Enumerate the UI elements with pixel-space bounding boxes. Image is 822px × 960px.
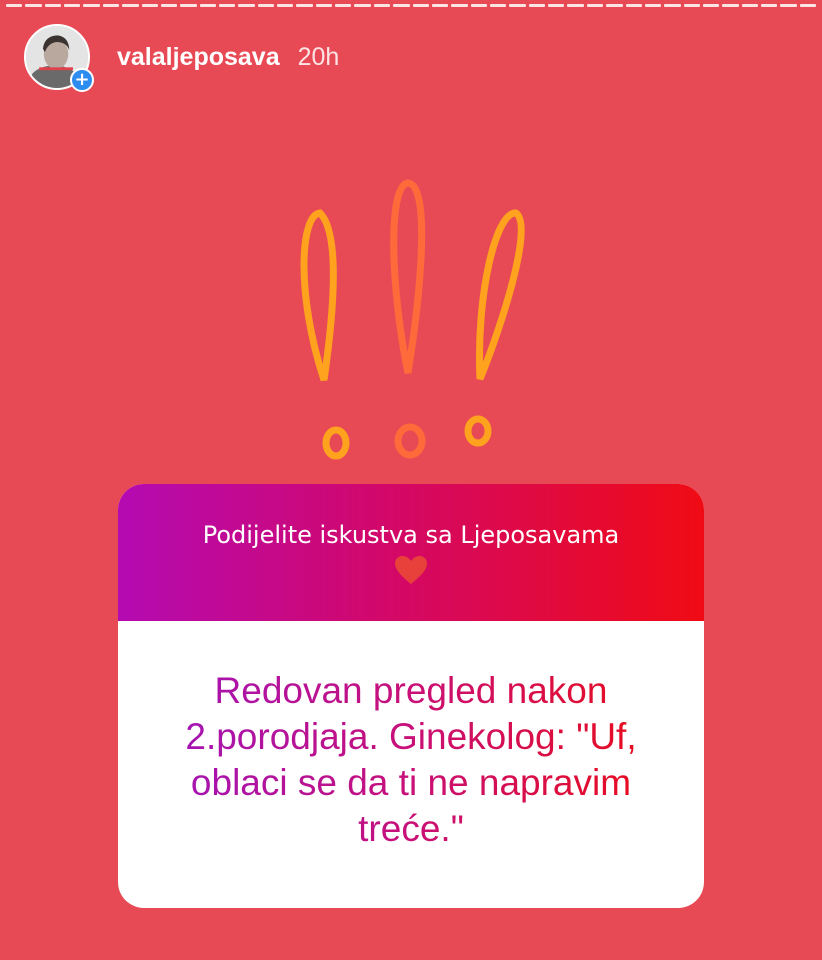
progress-segment (83, 4, 100, 7)
progress-segment (25, 4, 42, 7)
progress-segment (296, 4, 313, 7)
progress-segment (702, 4, 720, 7)
progress-segment (160, 4, 178, 7)
progress-segment (548, 4, 565, 7)
progress-segment (354, 4, 371, 7)
progress-segment (393, 4, 410, 7)
question-sticker: Podijelite iskustva sa Ljeposavama Redov… (118, 484, 704, 908)
progress-segment (335, 4, 352, 7)
progress-segment (412, 4, 429, 7)
progress-segment (528, 4, 546, 7)
progress-segment (780, 4, 797, 7)
answer-text: Redovan pregled nakon 2.porodjaja. Ginek… (176, 668, 646, 852)
progress-segment (315, 4, 333, 7)
progress-segment (509, 4, 526, 7)
progress-segment (644, 4, 662, 7)
progress-segment (606, 4, 623, 7)
avatar[interactable]: + (24, 24, 94, 92)
triple-exclamation-icon (300, 179, 525, 460)
progress-segment (64, 4, 81, 7)
progress-segment (44, 4, 62, 7)
progress-segment (102, 4, 120, 7)
question-title: Podijelite iskustva sa Ljeposavama (202, 521, 620, 549)
progress-segment (489, 4, 507, 7)
progress-segment (683, 4, 700, 7)
post-time: 20h (297, 42, 340, 71)
progress-segment (180, 4, 197, 7)
progress-segment (586, 4, 604, 7)
progress-segment (6, 4, 23, 7)
progress-segment (741, 4, 759, 7)
progress-segment (277, 4, 294, 7)
progress-segment (218, 4, 236, 7)
answer-area: Redovan pregled nakon 2.porodjaja. Ginek… (118, 621, 704, 908)
question-header: Podijelite iskustva sa Ljeposavama (118, 484, 704, 621)
progress-segment (122, 4, 139, 7)
progress-segment (664, 4, 681, 7)
progress-segment (199, 4, 216, 7)
progress-segment (431, 4, 449, 7)
progress-segment (451, 4, 468, 7)
heart-icon (394, 555, 428, 590)
progress-segment (257, 4, 275, 7)
progress-segment (373, 4, 391, 7)
plus-icon[interactable]: + (70, 68, 94, 92)
progress-segment (567, 4, 584, 7)
progress-segment (761, 4, 778, 7)
story-header: + valaljeposava 20h (24, 22, 339, 92)
progress-segment (722, 4, 739, 7)
story-progress-bar (6, 4, 817, 7)
progress-segment (238, 4, 255, 7)
progress-segment (470, 4, 487, 7)
username[interactable]: valaljeposava (117, 43, 280, 72)
progress-segment (799, 4, 817, 7)
progress-segment (141, 4, 158, 7)
progress-segment (625, 4, 642, 7)
